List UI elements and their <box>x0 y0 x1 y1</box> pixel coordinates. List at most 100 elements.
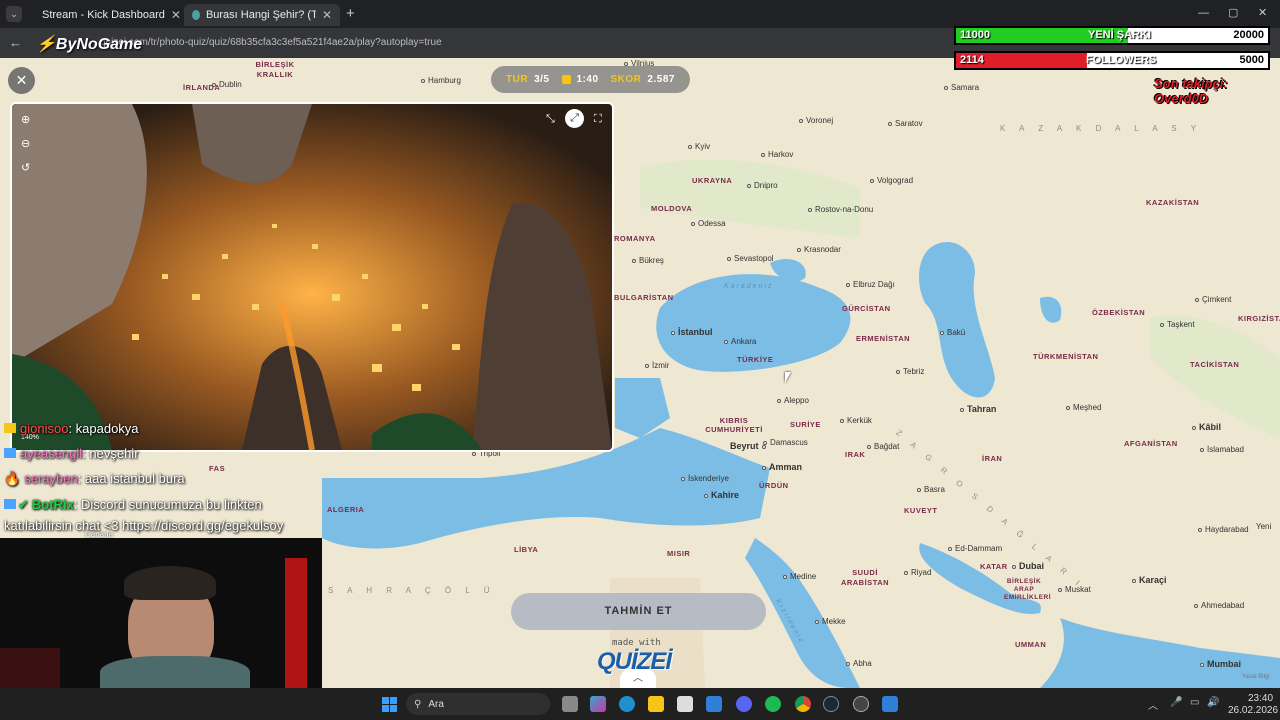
chat-message: 🔥 serayben: aaa istanbul bura <box>4 471 185 486</box>
volume-icon[interactable]: 🔊 <box>1207 697 1219 708</box>
tab-label: Burası Hangi Şehir? (Türkiye) - Q <box>205 9 316 21</box>
country-label: UMMAN <box>1015 640 1047 649</box>
city-label: Damascus <box>763 438 808 447</box>
country-label: KIBRIS CUMHURİYETİ <box>705 416 763 434</box>
obs-icon[interactable] <box>853 696 869 712</box>
close-quiz-button[interactable]: ✕ <box>8 67 35 94</box>
country-label: BULGARİSTAN <box>614 293 674 302</box>
mail-icon[interactable] <box>706 696 722 712</box>
city-label: Kâbil <box>1192 422 1221 432</box>
steam-icon[interactable] <box>823 696 839 712</box>
network-icon[interactable]: ▭ <box>1190 697 1199 708</box>
tab-list-button[interactable]: ⌄ <box>6 6 22 22</box>
copilot-icon[interactable] <box>590 696 606 712</box>
country-label: TACİKİSTAN <box>1190 360 1240 369</box>
goal-bar-followers: 2114 FOLLOWERS 5000 <box>954 51 1270 70</box>
minimize-icon[interactable]: — <box>1198 7 1209 19</box>
chat-message: gionisoo: kapadokya <box>0 421 139 436</box>
bot-badge-icon <box>4 499 16 509</box>
country-label: ALGERIA <box>327 505 365 514</box>
country-label: MOLDOVA <box>651 204 693 213</box>
back-icon[interactable]: ← <box>9 35 22 50</box>
country-label: ÖZBEKİSTAN <box>1092 308 1146 317</box>
city-label: Medine <box>783 572 816 581</box>
user-badge-icon <box>4 423 16 433</box>
discord-icon[interactable] <box>736 696 752 712</box>
shrink-icon[interactable]: ⤡ <box>546 113 555 126</box>
city-label: Kahire <box>704 490 739 500</box>
country-label: ÜRDÜN <box>759 481 789 490</box>
last-follower-text: Son takipçi: Overd0D <box>1154 76 1228 106</box>
search-icon: ⚲ <box>414 698 422 710</box>
reset-view-icon[interactable]: ↺ <box>21 161 30 174</box>
windows-taskbar: ⚲ Ara ︿ 🎤 ▭ 🔊 23:40 26.02.2026 <box>0 688 1280 720</box>
country-label: BİRLEŞİK KRALLIK <box>255 60 295 79</box>
tab-quiz[interactable]: Burası Hangi Şehir? (Türkiye) - Q ✕ <box>184 4 340 26</box>
close-tab-icon[interactable]: ✕ <box>322 8 332 22</box>
city-label: Aleppo <box>777 396 809 405</box>
chrome-icon[interactable] <box>795 696 811 712</box>
tab-kick-dashboard[interactable]: Stream - Kick Dashboard ✕ <box>28 4 180 26</box>
city-label: Tebriz <box>896 367 924 376</box>
country-label: MISIR <box>667 549 691 558</box>
microphone-icon[interactable]: 🎤 <box>1170 697 1182 708</box>
country-label: IRAK <box>845 450 866 459</box>
new-tab-button[interactable]: + <box>346 5 355 22</box>
country-label: AFGANİSTAN <box>1124 439 1178 448</box>
country-label: TÜRKİYE <box>737 355 774 364</box>
city-label: İslamabad <box>1200 445 1244 454</box>
city-label: Harkov <box>761 150 793 159</box>
close-tab-icon[interactable]: ✕ <box>171 8 180 22</box>
overlay-brand-logo: ⚡ByNoGame <box>36 36 143 53</box>
quiz-photo[interactable]: ⊕ ⊖ ↺ ⤡ ⤢ ⛶ 140% <box>10 102 614 452</box>
chat-message: katılabilirsin chat <3 https://discord.g… <box>4 518 284 533</box>
timer-icon <box>561 75 571 84</box>
city-label: Hamburg <box>421 76 461 85</box>
expand-icon[interactable]: ⤢ <box>565 109 584 128</box>
country-label: TÜRKMENİSTAN <box>1033 352 1099 361</box>
edge-icon[interactable] <box>619 696 635 712</box>
city-label: Amman <box>762 462 802 472</box>
region-label: K A Z A K D A L A S Y <box>1000 124 1203 133</box>
maximize-icon[interactable]: ▢ <box>1228 6 1238 19</box>
fire-badge-icon: 🔥 <box>4 471 21 486</box>
zoom-in-icon[interactable]: ⊕ <box>21 113 30 126</box>
url-input[interactable]: quizei.com/tr/photo-quiz/quiz/68b35cfa3c… <box>100 37 442 48</box>
collapse-up-icon[interactable]: ︿ <box>620 669 656 688</box>
country-label: GÜRCİSTAN <box>842 304 891 313</box>
submit-guess-button[interactable]: TAHMİN ET <box>511 593 766 630</box>
city-label: Haydarabad <box>1198 525 1249 534</box>
store-icon[interactable] <box>677 696 693 712</box>
city-label: Saratov <box>888 119 923 128</box>
taskbar-search[interactable]: ⚲ Ara <box>406 693 550 715</box>
close-window-icon[interactable]: ✕ <box>1258 6 1267 19</box>
spotify-icon[interactable] <box>765 696 781 712</box>
city-label: Voronej <box>799 116 833 125</box>
task-view-icon[interactable] <box>562 696 578 712</box>
clock-date[interactable]: 26.02.2026 <box>1228 705 1278 716</box>
country-label: FAS <box>209 464 226 473</box>
city-label: Ankara <box>724 337 756 346</box>
country-label: LİBYA <box>514 545 539 554</box>
app-icon[interactable] <box>882 696 898 712</box>
city-label: Muskat <box>1058 585 1091 594</box>
zoom-out-icon[interactable]: ⊖ <box>21 137 30 150</box>
city-label: Mumbai <box>1200 659 1241 669</box>
quiz-status-pill: TUR 3/5 1:40 SKOR 2.587 <box>491 66 690 93</box>
city-label: İzmir <box>645 361 669 370</box>
city-label: Kyiv <box>688 142 710 151</box>
webcam-feed <box>0 538 322 688</box>
country-label: BİRLEŞİK ARAP EMİRLİKLERİ <box>1004 578 1052 601</box>
fullscreen-icon[interactable]: ⛶ <box>594 113 602 126</box>
tray-chevron-icon[interactable]: ︿ <box>1148 697 1158 712</box>
clock-time[interactable]: 23:40 <box>1248 693 1273 704</box>
windows-start-icon[interactable] <box>382 697 397 712</box>
map-attribution-link[interactable]: Yasal Bilgi <box>1242 674 1270 680</box>
city-label: Dnipro <box>747 181 778 190</box>
goal-bar-songs: 11000 YENİ ŞARKI 20000 <box>954 26 1270 45</box>
city-label: Riyad <box>904 568 931 577</box>
city-label: Yeni <box>1256 522 1272 531</box>
city-label: İstanbul <box>671 327 713 337</box>
city-label: Taşkent <box>1160 320 1195 329</box>
file-explorer-icon[interactable] <box>648 696 664 712</box>
